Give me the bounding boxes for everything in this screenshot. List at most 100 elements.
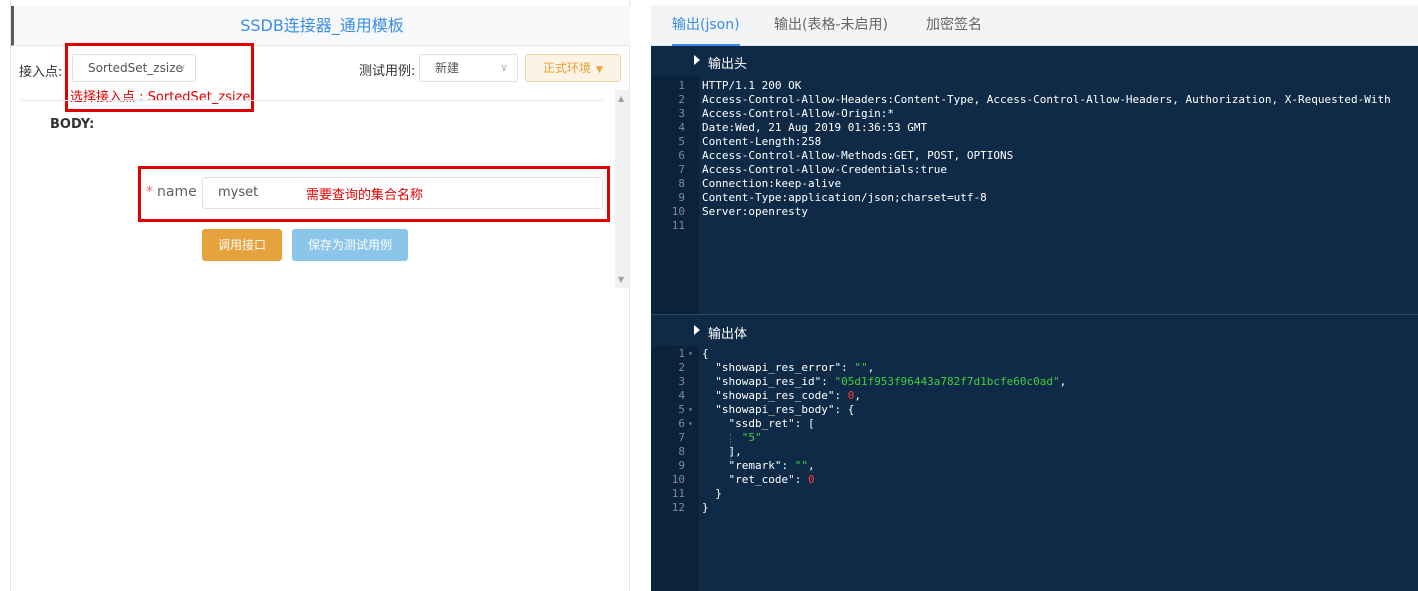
output-tabs: 输出(json) 输出(表格-未启用) 加密签名 <box>651 5 1418 46</box>
json-token: , <box>867 361 875 374</box>
line-number: 2 <box>678 93 685 106</box>
endpoint-label: 接入点: <box>19 65 63 80</box>
code-text: HTTP/1.1 200 OK <box>702 79 802 92</box>
line-number: 4 <box>678 121 685 134</box>
header-code-line: 2 Access-Control-Allow-Headers:Content-Ty… <box>651 93 1418 107</box>
body-code-line: 5 ▾ "showapi_res_body": { <box>651 403 1418 417</box>
code-text: "5" <box>702 431 762 445</box>
name-input-value: myset <box>218 185 259 200</box>
name-field-label: * name <box>146 184 197 200</box>
header-code-line: 7 Access-Control-Allow-Credentials:true <box>651 163 1418 177</box>
call-api-button[interactable]: 调用接口 <box>202 229 282 261</box>
body-code-line: 11 } <box>651 487 1418 501</box>
caret-down-icon: ▼ <box>596 65 603 75</box>
form-scrollbar[interactable]: ▲ ▼ <box>615 90 629 288</box>
line-number: 11 <box>671 487 685 500</box>
header-code-editor[interactable]: 1 HTTP/1.1 200 OK 2 Access-Control-Allow-He… <box>651 76 1418 314</box>
line-number: 11 <box>671 219 685 232</box>
testcase-label: 测试用例: <box>359 64 416 79</box>
line-number: 3 <box>678 375 685 388</box>
right-panel: 输出(json) 输出(表格-未启用) 加密签名 输出头 1 HTTP/1.1 2… <box>651 5 1418 591</box>
code-text: } <box>702 501 709 515</box>
line-number: 1 <box>678 79 685 92</box>
code-text: { <box>702 347 709 361</box>
line-number: 4 <box>678 389 685 402</box>
body-code-line: 9 "remark": "", <box>651 459 1418 473</box>
line-number: 9 <box>678 459 685 472</box>
line-number: 8 <box>678 445 685 458</box>
line-number: 9 <box>678 191 685 204</box>
json-token: "5" <box>741 431 762 444</box>
header-code-line: 4 Date:Wed, 21 Aug 2019 01:36:53 GMT <box>651 121 1418 135</box>
json-token: "showapi_res_code": <box>702 389 848 402</box>
json-token: , <box>1059 375 1067 388</box>
json-token: "" <box>794 459 808 472</box>
code-text: "showapi_res_body": { <box>702 403 854 417</box>
code-text: Content-Type:application/json;charset=ut… <box>702 191 987 204</box>
body-label: BODY: <box>50 117 95 132</box>
code-text: "remark": "", <box>702 459 815 473</box>
line-number: 7 <box>678 431 685 444</box>
line-number: 10 <box>671 473 685 486</box>
environment-dropdown-button[interactable]: 正式环境 ▼ <box>525 54 621 82</box>
header-code-line: 11 <box>651 219 1418 233</box>
body-code-line: 6 ▾ "ssdb_ret": [ <box>651 417 1418 431</box>
annotation-endpoint: 选择接入点 : SortedSet_zsize <box>70 90 251 105</box>
header-code-line: 9 Content-Type:application/json;charset=u… <box>651 191 1418 205</box>
json-token: "showapi_res_id": <box>702 375 835 388</box>
body-code-line: 10 "ret_code": 0 <box>651 473 1418 487</box>
header-code-line: 8 Connection:keep-alive <box>651 177 1418 191</box>
save-testcase-button[interactable]: 保存为测试用例 <box>292 229 408 261</box>
scroll-up-icon[interactable]: ▲ <box>618 94 624 103</box>
required-star: * <box>146 184 153 200</box>
code-text: } <box>702 487 722 501</box>
fold-toggle-icon[interactable]: ▾ <box>688 403 693 417</box>
body-code-line: 1 ▾ { <box>651 347 1418 361</box>
code-text: Date:Wed, 21 Aug 2019 01:36:53 GMT <box>702 121 928 134</box>
header-code-line: 5 Content-Length:258 <box>651 135 1418 149</box>
tab-output-json[interactable]: 输出(json) <box>672 5 740 46</box>
line-number: 6 <box>678 417 685 430</box>
body-code-line: 8 ], <box>651 445 1418 459</box>
line-number: 12 <box>671 501 685 514</box>
line-number: 8 <box>678 177 685 190</box>
code-text: "showapi_res_id": "05d1f953f96443a782f7d… <box>702 375 1066 389</box>
json-token: 0 <box>807 473 815 486</box>
testcase-select[interactable]: 新建 ∨ <box>419 54 518 82</box>
code-text: "ret_code": 0 <box>702 473 815 487</box>
body-code-line: 12} <box>651 501 1418 515</box>
header-section-toggle[interactable]: 输出头 <box>651 48 1418 76</box>
json-token: ], <box>702 445 742 458</box>
body-code-line: 2 "showapi_res_error": "", <box>651 361 1418 375</box>
tab-signature[interactable]: 加密签名 <box>926 5 982 46</box>
json-token: "05d1f953f96443a782f7d1bcfe60c0ad" <box>834 375 1060 388</box>
header-code-line: 1 HTTP/1.1 200 OK <box>651 79 1418 93</box>
tab-output-json-label: 输出(json) <box>672 17 740 33</box>
line-number: 2 <box>678 361 685 374</box>
body-code-editor[interactable]: 1 ▾{2 "showapi_res_error": "", 3 "showapi_… <box>651 346 1418 591</box>
line-number: 5 <box>678 403 685 416</box>
line-number: 3 <box>678 107 685 120</box>
tab-output-table[interactable]: 输出(表格-未启用) <box>774 5 888 46</box>
header-code-line: 6 Access-Control-Allow-Methods:GET, POST,… <box>651 149 1418 163</box>
code-text: ], <box>702 445 742 459</box>
header-code-line: 10 Server:openresty <box>651 205 1418 219</box>
json-token: "showapi_res_error": <box>702 361 855 374</box>
scroll-down-icon[interactable]: ▼ <box>618 275 624 284</box>
json-token: "" <box>854 361 868 374</box>
section-divider <box>651 314 1418 315</box>
body-code-line: 7 "5" <box>651 431 1418 445</box>
fold-toggle-icon[interactable]: ▾ <box>688 417 693 431</box>
fold-toggle-icon[interactable]: ▾ <box>688 347 693 361</box>
body-section-toggle[interactable]: 输出体 <box>651 318 1418 346</box>
divider <box>21 100 603 101</box>
json-token: , <box>807 459 815 472</box>
line-number: 5 <box>678 135 685 148</box>
json-token: { <box>702 347 709 360</box>
code-text: "showapi_res_error": "", <box>702 361 874 375</box>
chevron-down-icon: ∨ <box>499 61 508 74</box>
line-number: 1 <box>678 347 685 360</box>
line-number: 7 <box>678 163 685 176</box>
body-section-title: 输出体 <box>708 327 748 342</box>
